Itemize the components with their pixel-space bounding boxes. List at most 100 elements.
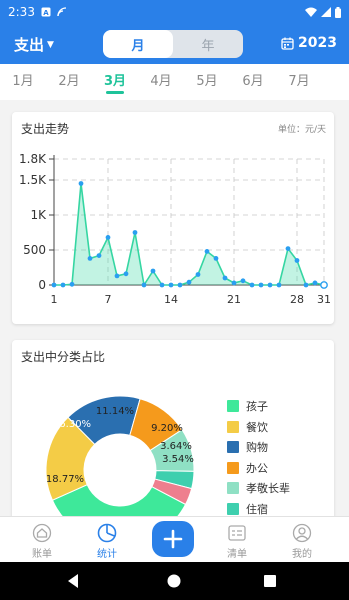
x-tick-label: 21 [227, 293, 241, 306]
data-point [285, 246, 291, 252]
legend-item: 孝敬长辈 [227, 478, 290, 499]
svg-text:A: A [43, 9, 49, 17]
category-donut-chart: 34.62%18.77%16.30%11.14%9.20%3.64%3.54% [45, 395, 195, 540]
data-point [294, 258, 300, 263]
y-tick-label: 500 [23, 243, 46, 257]
home-icon [32, 523, 52, 543]
x-tick-label: 7 [105, 293, 112, 306]
data-point [78, 181, 84, 186]
legend-label: 购物 [246, 441, 268, 455]
nav-label-profile: 我的 [292, 549, 312, 560]
category-share-card: 支出中分类占比 34.62%18.77%16.30%11.14%9.20%3.6… [12, 340, 334, 540]
legend-label: 餐饮 [246, 420, 268, 434]
tab-month-7[interactable]: 7月 [276, 64, 322, 100]
month-tabs: 1月 2月 3月 4月 5月 6月 7月 [0, 64, 349, 100]
slice-label: 16.30% [53, 419, 91, 430]
data-point [249, 282, 255, 288]
data-point [204, 249, 210, 254]
data-point [177, 282, 183, 288]
slice-label: 3.64% [160, 441, 192, 452]
y-tick-label: 1.8K [19, 152, 47, 166]
data-point [87, 256, 93, 261]
tab-month-3[interactable]: 3月 [92, 64, 138, 100]
legend-swatch [227, 441, 239, 454]
tab-month-5[interactable]: 5月 [184, 64, 230, 100]
calendar-icon [281, 37, 294, 50]
data-point [96, 253, 102, 258]
year-selector[interactable]: 2023 [281, 35, 337, 51]
data-point [312, 280, 318, 286]
signal-icon [321, 7, 331, 17]
x-tick-label: 1 [51, 293, 58, 306]
legend-item: 购物 [227, 437, 290, 458]
bottom-nav: 账单 统计 清单 我的 [0, 516, 349, 562]
caret-down-icon: ▼ [47, 39, 54, 50]
data-point [276, 282, 282, 288]
x-tick-label: 14 [164, 293, 178, 306]
year-label: 2023 [298, 35, 337, 51]
cast-icon [57, 7, 67, 17]
data-point [132, 230, 138, 235]
legend-swatch [227, 420, 239, 433]
slice-label: 3.54% [162, 454, 194, 465]
y-tick-label: 0 [38, 278, 46, 292]
data-point [258, 282, 264, 288]
data-point [150, 268, 156, 274]
slice-label: 11.14% [96, 406, 134, 417]
slice-label: 9.20% [151, 423, 183, 434]
legend-label: 办公 [246, 461, 268, 475]
nav-label-stats: 统计 [97, 549, 117, 560]
data-point [267, 282, 273, 288]
nav-item-list[interactable]: 清单 [212, 523, 262, 560]
data-point [240, 278, 246, 284]
home-button-icon[interactable] [166, 573, 182, 589]
plus-icon [163, 529, 183, 549]
legend-label: 孝敬长辈 [246, 482, 290, 496]
data-point [114, 273, 120, 279]
x-tick-label: 28 [290, 293, 304, 306]
legend-swatch [227, 502, 239, 515]
nav-label-list: 清单 [227, 549, 247, 560]
pie-chart-icon [97, 523, 117, 543]
tab-month-4[interactable]: 4月 [138, 64, 184, 100]
legend-item: 办公 [227, 458, 290, 479]
data-point [69, 281, 75, 287]
tab-year[interactable]: 年 [173, 30, 243, 58]
y-tick-label: 1K [30, 208, 47, 222]
data-point [320, 281, 328, 289]
nav-item-profile[interactable]: 我的 [277, 523, 327, 560]
legend-item: 餐饮 [227, 417, 290, 438]
nav-item-bills[interactable]: 账单 [17, 523, 67, 560]
legend-label: 孩子 [246, 400, 268, 414]
data-point [123, 271, 129, 277]
tab-month[interactable]: 月 [103, 30, 173, 58]
add-record-button[interactable] [152, 521, 194, 557]
data-point [222, 275, 228, 281]
tab-month-2[interactable]: 2月 [46, 64, 92, 100]
data-point [60, 282, 66, 288]
nav-label-bills: 账单 [32, 549, 52, 560]
status-bar: 2:33 A [0, 0, 349, 24]
nav-item-stats[interactable]: 统计 [82, 523, 132, 560]
data-point [303, 282, 309, 288]
tab-month-1[interactable]: 1月 [0, 64, 46, 100]
notification-icon: A [41, 7, 51, 17]
battery-icon [335, 6, 341, 18]
legend-swatch [227, 461, 239, 474]
recents-icon[interactable] [263, 573, 277, 589]
legend-swatch [227, 400, 239, 413]
data-point [186, 279, 192, 285]
back-icon[interactable] [66, 573, 80, 589]
legend-swatch [227, 482, 239, 495]
data-point [141, 282, 147, 288]
slice-label: 18.77% [46, 474, 84, 485]
expense-type-selector[interactable]: 支出 ▼ [14, 34, 54, 55]
expense-trend-chart: 0 500 1K 1.5K 1.8K 1 7 14 21 28 31 [19, 152, 331, 306]
expense-trend-card: 支出走势 单位：元/天 0 500 1K 1.5K 1.8K 1 7 14 21 28 31 [12, 112, 334, 324]
data-point [105, 235, 111, 240]
legend-label: 住宿 [246, 502, 268, 516]
wifi-icon [305, 7, 317, 17]
data-point [231, 280, 237, 286]
tab-month-6[interactable]: 6月 [230, 64, 276, 100]
system-nav-bar [0, 562, 349, 600]
